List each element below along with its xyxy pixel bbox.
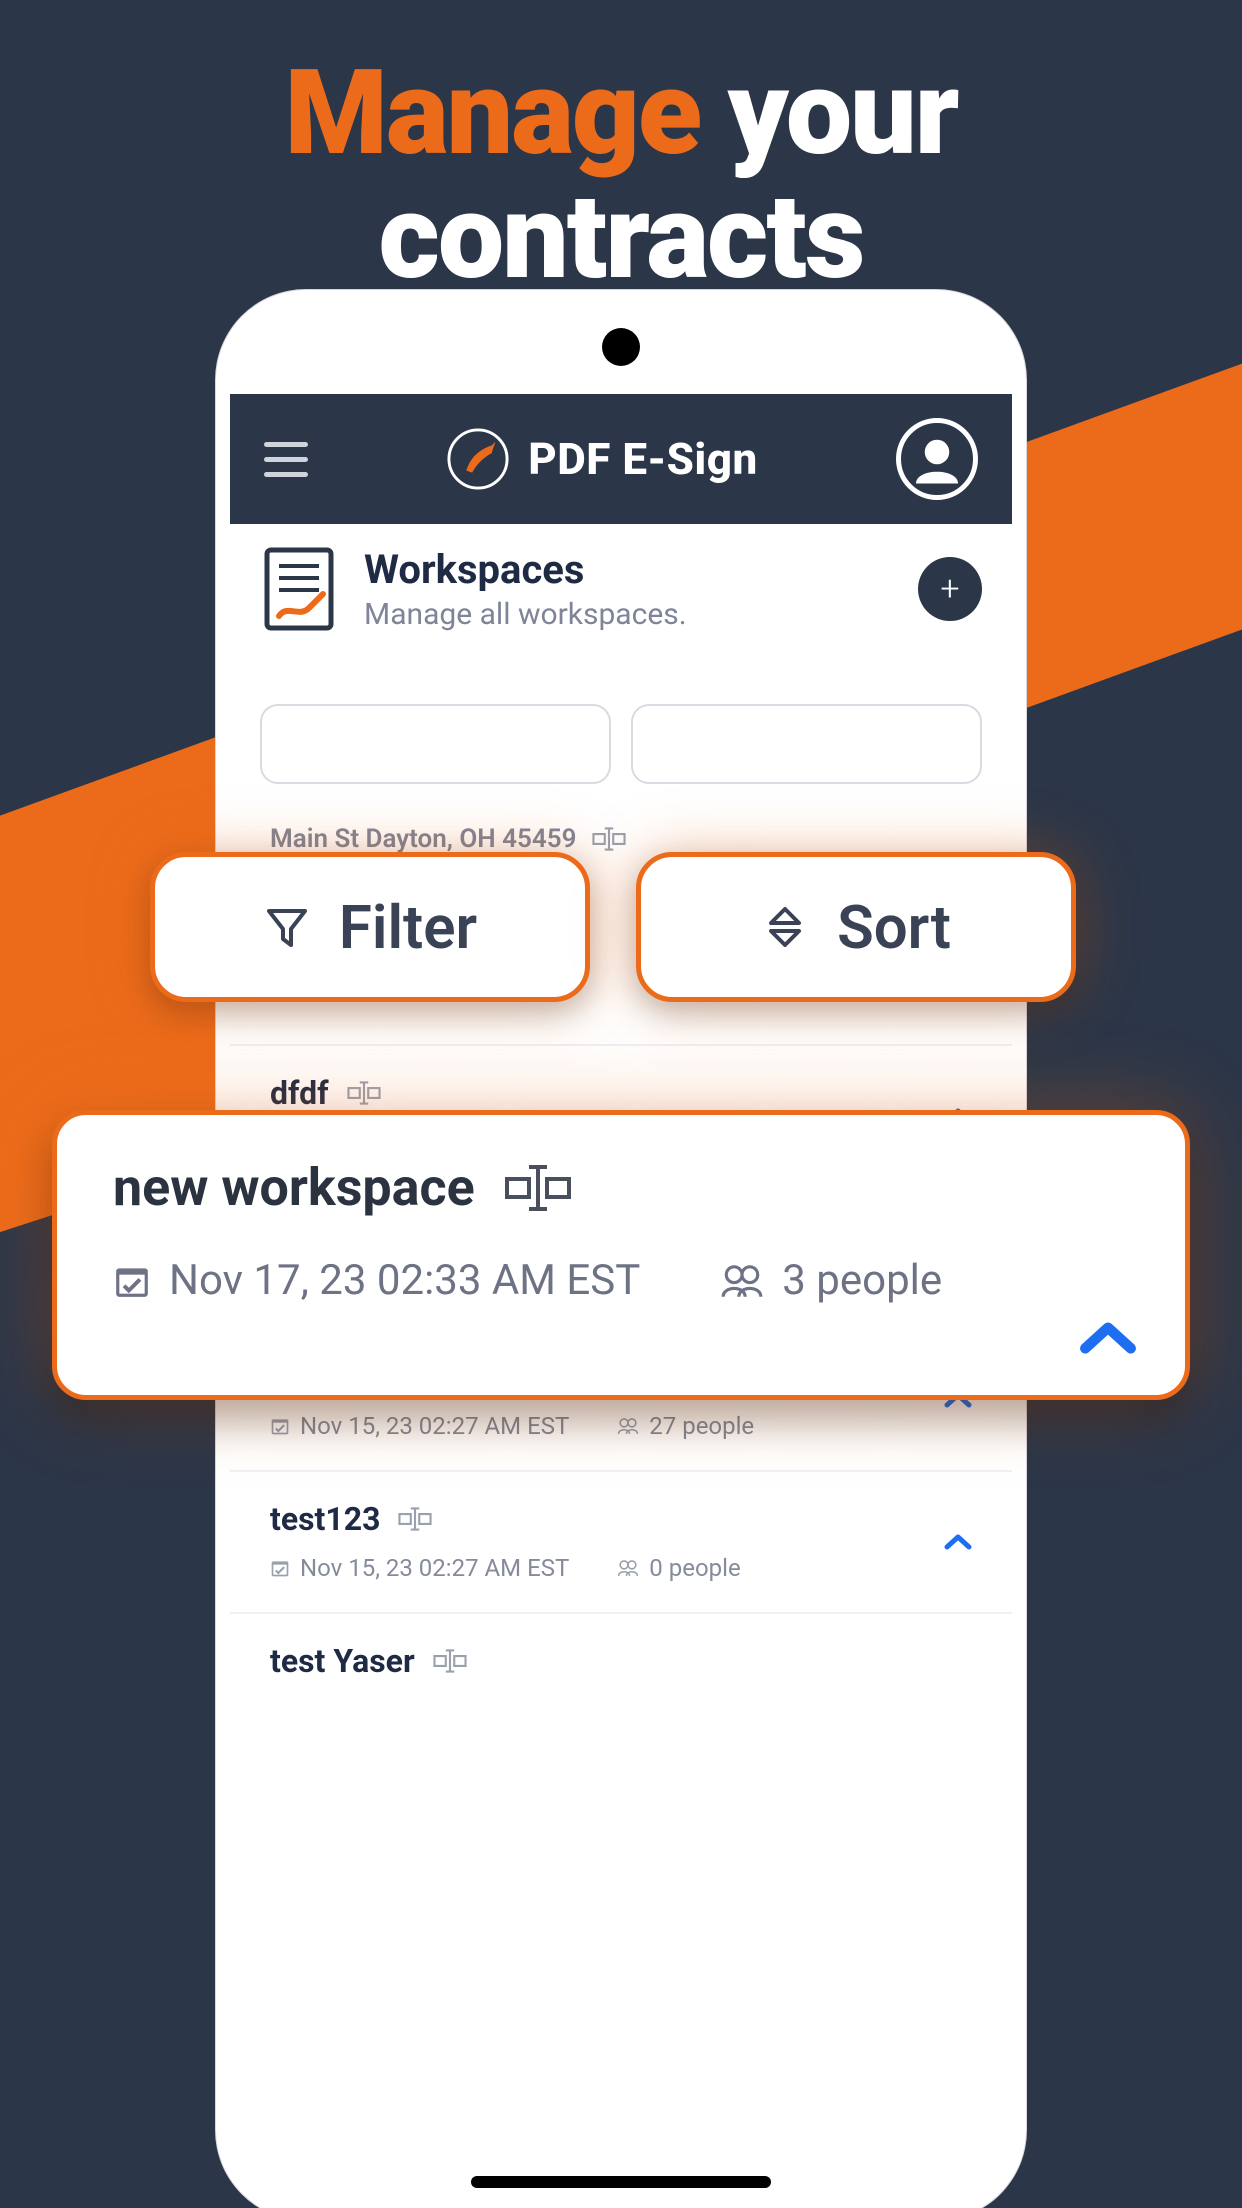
document-sign-icon <box>260 544 338 634</box>
calendar-icon <box>270 1558 290 1578</box>
home-indicator <box>471 2176 771 2188</box>
featured-people: 3 people <box>782 1256 942 1305</box>
workspace-peek-name: Main St Dayton, OH 45459 <box>270 824 576 854</box>
marketing-heading: Manage your contracts <box>0 52 1242 300</box>
filter-button[interactable]: Filter <box>150 852 590 1002</box>
workspace-row[interactable]: test Yaser <box>230 1612 1012 1740</box>
app-top-bar: PDF E-Sign <box>230 394 1012 524</box>
filter-sort-bar <box>260 704 982 784</box>
heading-word-1: your <box>728 44 958 182</box>
featured-date: Nov 17, 23 02:33 AM EST <box>169 1256 640 1305</box>
workspace-name: dfdf <box>270 1074 329 1112</box>
people-icon <box>617 1559 639 1577</box>
collapse-toggle[interactable] <box>944 1533 972 1551</box>
people-icon <box>617 1417 639 1435</box>
chevron-up-icon <box>944 1533 972 1551</box>
heading-word-2: contracts <box>379 168 864 306</box>
workspace-date: Nov 15, 23 02:27 AM EST <box>300 1554 569 1582</box>
hamburger-icon <box>264 442 308 477</box>
workspace-name: test Yaser <box>270 1642 415 1680</box>
add-workspace-button[interactable]: + <box>918 557 982 621</box>
filter-icon <box>263 903 311 951</box>
rename-icon[interactable] <box>433 1649 467 1673</box>
filter-label: Filter <box>339 892 477 963</box>
menu-button[interactable] <box>264 442 308 477</box>
sort-button[interactable]: Sort <box>636 852 1076 1002</box>
profile-button[interactable] <box>896 418 978 500</box>
featured-workspace-card[interactable]: new workspace Nov 17, 23 02:33 AM EST <box>52 1110 1190 1400</box>
workspace-row-peek[interactable]: Main St Dayton, OH 45459 <box>270 824 972 854</box>
workspaces-section-header: Workspaces Manage all workspaces. + <box>230 544 1012 634</box>
app-brand: PDF E-Sign <box>334 427 870 491</box>
filter-slot[interactable] <box>260 704 611 784</box>
rename-icon[interactable] <box>503 1163 573 1213</box>
sort-label: Sort <box>837 892 951 963</box>
sort-slot[interactable] <box>631 704 982 784</box>
workspace-name: test123 <box>270 1500 380 1538</box>
rename-icon[interactable] <box>398 1507 432 1531</box>
calendar-icon <box>270 1416 290 1436</box>
sort-icon <box>761 903 809 951</box>
featured-workspace-name: new workspace <box>113 1157 475 1218</box>
app-title: PDF E-Sign <box>528 433 758 485</box>
collapse-toggle[interactable] <box>1079 1319 1137 1357</box>
workspace-people: 27 people <box>649 1412 754 1440</box>
calendar-icon <box>113 1262 151 1300</box>
workspace-date: Nov 15, 23 02:27 AM EST <box>300 1412 569 1440</box>
user-icon <box>909 431 965 487</box>
workspaces-subtitle: Manage all workspaces. <box>364 597 892 632</box>
phone-camera-notch <box>602 328 640 366</box>
workspaces-title: Workspaces <box>364 546 892 593</box>
workspace-people: 0 people <box>649 1554 740 1582</box>
people-icon <box>720 1263 764 1299</box>
app-logo-icon <box>446 427 510 491</box>
workspace-row[interactable]: test123 <box>230 1470 1012 1612</box>
rename-icon <box>592 827 626 851</box>
chevron-up-icon <box>1079 1319 1137 1357</box>
rename-icon[interactable] <box>347 1081 381 1105</box>
plus-icon: + <box>940 569 959 609</box>
heading-accent: Manage <box>285 44 701 182</box>
